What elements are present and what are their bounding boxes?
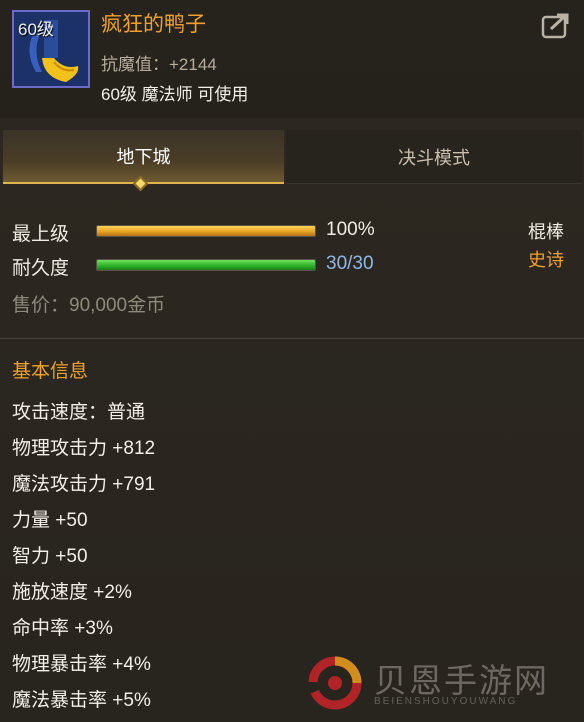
item-magic-resist: 抗魔值：+2144	[101, 55, 217, 74]
item-header: 60级 疯狂的鸭子 抗魔值：+2144 60级 魔法师 可使用	[0, 0, 584, 118]
tab-dungeon-label: 地下城	[116, 147, 171, 167]
watermark-title: 贝恩手游网	[374, 661, 549, 700]
watermark-subtitle: BEIENSHOUYOUWANG	[374, 696, 518, 707]
site-watermark: 贝恩手游网 BEIENSHOUYOUWANG	[300, 650, 580, 718]
max-level-bar-fill	[97, 226, 315, 236]
attr-strength: 力量 +50	[12, 510, 88, 531]
item-name: 疯狂的鸭子	[101, 13, 206, 36]
attr-attack-speed: 攻击速度：普通	[12, 402, 146, 423]
tab-dungeon[interactable]: 地下城	[3, 130, 284, 184]
durability-bar	[96, 259, 316, 271]
mode-tabs: 地下城 决斗模式	[0, 130, 584, 192]
tab-duel-mode-label: 决斗模式	[398, 147, 470, 168]
attr-physical-crit: 物理暴击率 +4%	[12, 654, 151, 675]
rarity-label: 史诗	[528, 250, 564, 270]
attr-hit-rate: 命中率 +3%	[12, 618, 113, 639]
durability-bar-fill	[97, 260, 315, 270]
attr-cast-speed: 施放速度 +2%	[12, 582, 132, 603]
item-requirement: 60级 魔法师 可使用	[101, 85, 249, 104]
watermark-logo-icon	[304, 652, 366, 714]
attr-intelligence: 智力 +50	[12, 546, 88, 567]
attr-physical-attack: 物理攻击力 +812	[12, 438, 156, 459]
durability-value: 30/30	[326, 253, 374, 274]
share-icon[interactable]	[541, 12, 571, 40]
duck-weapon-icon: 60级	[12, 10, 90, 88]
durability-label: 耐久度	[12, 258, 70, 279]
max-level-bar	[96, 225, 316, 237]
weapon-type: 棍棒	[528, 222, 564, 242]
attr-magic-crit: 魔法暴击率 +5%	[12, 690, 151, 711]
max-level-label: 最上级	[12, 224, 70, 245]
max-level-value: 100%	[326, 219, 375, 240]
item-tooltip-panel: 60级 疯狂的鸭子 抗魔值：+2144 60级 魔法师 可使用 地下城 决斗模式…	[0, 0, 584, 722]
sell-price: 售价：90,000金币	[12, 295, 166, 316]
attr-magic-attack: 魔法攻击力 +791	[12, 474, 156, 495]
basic-info-title: 基本信息	[12, 361, 89, 382]
tab-duel-mode[interactable]: 决斗模式	[286, 130, 582, 184]
divider	[0, 338, 584, 339]
item-level-badge: 60级	[18, 20, 54, 39]
